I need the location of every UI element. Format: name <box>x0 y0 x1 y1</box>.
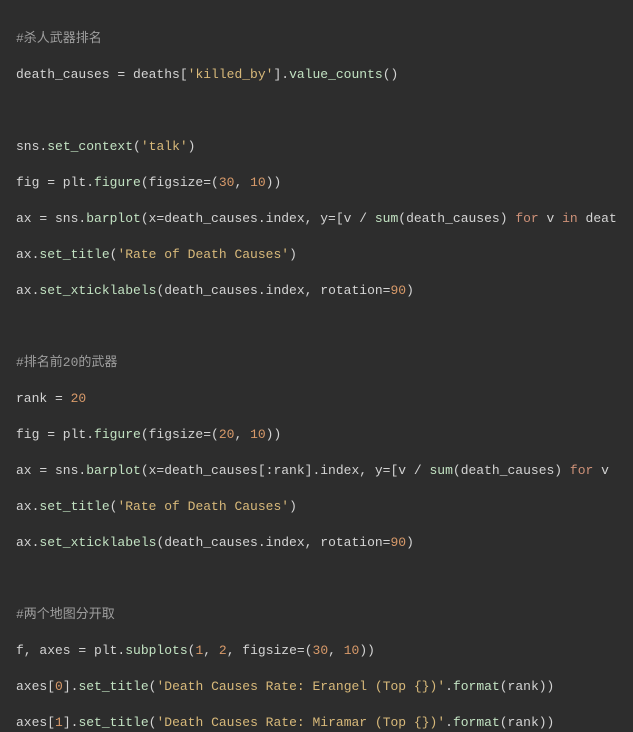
comment: #杀人武器排名 <box>16 31 102 46</box>
code-line: axes[0].set_title('Death Causes Rate: Er… <box>16 678 633 696</box>
code-line: fig = plt.figure(figsize=(30, 10)) <box>16 174 633 192</box>
code-line: ax.set_title('Rate of Death Causes') <box>16 246 633 264</box>
code-editor[interactable]: #杀人武器排名 death_causes = deaths['killed_by… <box>0 0 633 732</box>
blank-line <box>16 102 633 120</box>
code-line: fig = plt.figure(figsize=(20, 10)) <box>16 426 633 444</box>
blank-line <box>16 318 633 336</box>
code-line: f, axes = plt.subplots(1, 2, figsize=(30… <box>16 642 633 660</box>
code-line: #杀人武器排名 <box>16 30 633 48</box>
code-line: ax = sns.barplot(x=death_causes[:rank].i… <box>16 462 633 480</box>
code-line: ax.set_title('Rate of Death Causes') <box>16 498 633 516</box>
code-line: #两个地图分开取 <box>16 606 633 624</box>
code-line: #排名前20的武器 <box>16 354 633 372</box>
code-line: axes[1].set_title('Death Causes Rate: Mi… <box>16 714 633 732</box>
code-line: sns.set_context('talk') <box>16 138 633 156</box>
code-line: ax.set_xticklabels(death_causes.index, r… <box>16 534 633 552</box>
code-line: ax.set_xticklabels(death_causes.index, r… <box>16 282 633 300</box>
code-line: ax = sns.barplot(x=death_causes.index, y… <box>16 210 633 228</box>
blank-line <box>16 570 633 588</box>
code-line: death_causes = deaths['killed_by'].value… <box>16 66 633 84</box>
code-line: rank = 20 <box>16 390 633 408</box>
comment: #排名前20的武器 <box>16 355 117 370</box>
comment: #两个地图分开取 <box>16 607 115 622</box>
